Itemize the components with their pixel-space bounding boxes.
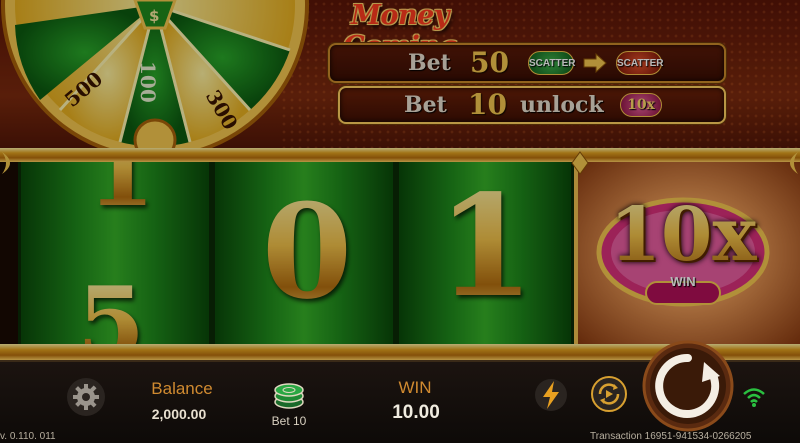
reel-divider-ornament-icon bbox=[571, 151, 589, 175]
top-gold-rail bbox=[0, 148, 800, 162]
multiplier-badge-small: 10x bbox=[620, 93, 662, 117]
version-text: v. 0.110. 011 bbox=[0, 431, 56, 442]
bet-word: Bet bbox=[404, 92, 447, 118]
reels-area: 1 5 0 1 10x WIN bbox=[0, 162, 800, 344]
unlock-word: unlock bbox=[520, 92, 604, 118]
bet-amount-label: Bet 10 bbox=[271, 414, 307, 428]
right-ornament-icon bbox=[790, 152, 798, 174]
balance-value: 2,000.00 bbox=[151, 406, 207, 422]
bet-word: Bet bbox=[408, 50, 451, 76]
reel-1-bottom-digit: 5 bbox=[71, 274, 151, 345]
settings-gear-icon[interactable] bbox=[66, 377, 106, 417]
multiplier-badge: 10x WIN bbox=[594, 186, 772, 314]
svg-text:$: $ bbox=[149, 7, 159, 25]
reel-1: 1 5 bbox=[18, 162, 212, 344]
reel-1-top-digit: 1 bbox=[81, 162, 161, 222]
reel-2-digit: 0 bbox=[259, 182, 355, 322]
bet-amount: 10 bbox=[468, 88, 507, 121]
reel-3: 1 bbox=[396, 162, 574, 344]
bet-unlock-banner: Bet 10 unlock 10x bbox=[338, 86, 726, 124]
game-screen: 500 100 300 $ Money Coming Bet 50 SCATTE… bbox=[0, 0, 800, 443]
autoplay-icon[interactable] bbox=[590, 375, 628, 413]
wheel-graphic: 500 100 300 $ bbox=[1, 0, 309, 162]
left-ornament-icon bbox=[2, 152, 10, 174]
spin-button[interactable] bbox=[642, 340, 734, 432]
transaction-id: Transaction 16951-941534-0266205 bbox=[590, 431, 752, 442]
reel-2: 0 bbox=[212, 162, 396, 344]
scatter-badge-red: SCATTER bbox=[616, 51, 663, 75]
wheel-segment-100: 100 bbox=[136, 61, 160, 103]
win-label: WIN bbox=[398, 378, 432, 397]
win-value: 10.00 bbox=[392, 402, 440, 423]
wifi-icon bbox=[743, 388, 765, 407]
balance-label: Balance bbox=[151, 379, 213, 398]
prize-wheel: 500 100 300 $ bbox=[0, 0, 310, 162]
multiplier-value: 10x bbox=[594, 190, 772, 280]
bet-amount: 50 bbox=[470, 46, 509, 79]
chip-stack-icon bbox=[274, 383, 304, 409]
multiplier-win-label: WIN bbox=[670, 274, 696, 289]
reel-3-digit: 1 bbox=[437, 165, 535, 329]
turbo-lightning-icon[interactable] bbox=[534, 375, 568, 415]
multiplier-reel: 10x WIN bbox=[574, 162, 800, 344]
scatter-badge-green: SCATTER bbox=[528, 51, 575, 75]
bet-scatter-banner: Bet 50 SCATTER SCATTER bbox=[328, 43, 726, 83]
arrow-right-icon bbox=[583, 52, 607, 74]
